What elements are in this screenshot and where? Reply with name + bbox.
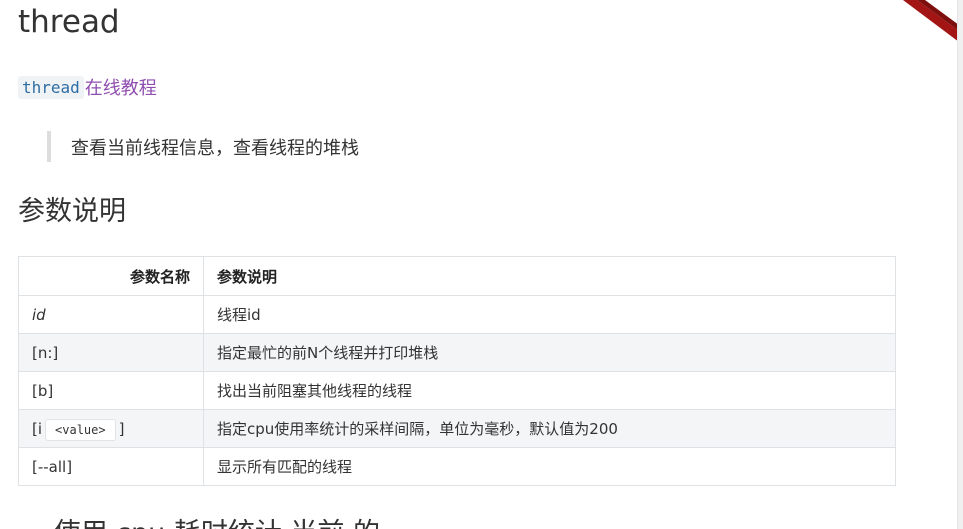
param-name: [n:]: [18, 333, 204, 372]
param-desc: 线程id: [203, 295, 896, 334]
param-desc: 找出当前阻塞其他线程的线程: [203, 371, 896, 410]
header-param-name: 参数名称: [18, 256, 204, 296]
summary-text: 查看当前线程信息，查看线程的堆栈: [71, 137, 359, 159]
document-page: thread thread 在线教程 查看当前线程信息，查看线程的堆栈 参数说明…: [0, 0, 963, 529]
table-row: id 线程id: [18, 295, 896, 334]
param-name-suffix: ]: [118, 419, 125, 438]
params-table: 参数名称 参数说明 id 线程id [n:] 指定最忙的前N个线程并打印堆栈 […: [18, 256, 896, 486]
param-desc: 显示所有匹配的线程: [203, 447, 896, 486]
table-row: [b] 找出当前阻塞其他线程的线程: [18, 371, 896, 410]
param-value-code: <value>: [45, 418, 116, 441]
tutorial-code: thread: [18, 75, 84, 99]
param-name-prefix: [i: [32, 419, 43, 438]
table-header-row: 参数名称 参数说明: [18, 256, 896, 296]
table-row: [i <value>] 指定cpu使用率统计的采样间隔，单位为毫秒，默认值为200: [18, 409, 896, 448]
summary-quote: 查看当前线程信息，查看线程的堆栈: [47, 131, 359, 162]
param-desc: 指定最忙的前N个线程并打印堆栈: [203, 333, 896, 372]
param-name: [i <value>]: [18, 409, 204, 448]
section-title: 参数说明: [18, 196, 126, 227]
table-row: [--all] 显示所有匹配的线程: [18, 447, 896, 486]
page-title: thread: [18, 4, 120, 40]
next-section-heading: 一 使用 cpu 耗时统计 当前 的: [18, 516, 380, 529]
header-param-desc: 参数说明: [203, 256, 896, 296]
tutorial-link-text: 在线教程: [84, 78, 157, 99]
param-name: [--all]: [18, 447, 204, 486]
online-tutorial-link[interactable]: thread 在线教程: [18, 73, 157, 101]
param-desc: 指定cpu使用率统计的采样间隔，单位为毫秒，默认值为200: [203, 409, 896, 448]
github-corner-icon[interactable]: [903, 0, 963, 45]
table-row: [n:] 指定最忙的前N个线程并打印堆栈: [18, 333, 896, 372]
param-name: id: [18, 295, 204, 334]
param-name: [b]: [18, 371, 204, 410]
scrollbar[interactable]: [957, 0, 963, 529]
